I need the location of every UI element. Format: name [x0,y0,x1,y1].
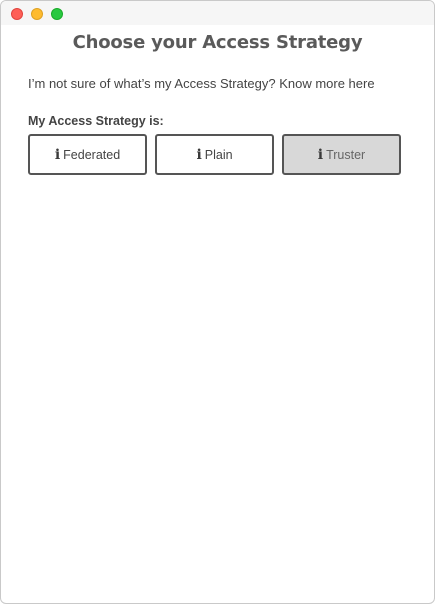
page-title: Choose your Access Strategy [72,32,363,53]
option-truster-button[interactable]: i Truster [282,134,401,175]
know-more-link[interactable]: I’m not sure of what’s my Access Strateg… [28,76,375,91]
option-label: Federated [63,147,121,162]
access-strategy-options: i Federated i Plain i Truster [28,134,402,175]
app-window: Choose your Access Strategy I’m not sure… [0,0,435,604]
info-icon: i [317,146,324,163]
minimize-window-button[interactable] [31,8,43,20]
zoom-window-button[interactable] [51,8,63,20]
info-icon: i [54,146,61,163]
close-window-button[interactable] [11,8,23,20]
option-label: Truster [326,147,366,162]
option-plain-button[interactable]: i Plain [155,134,274,175]
access-strategy-label: My Access Strategy is: [28,114,164,128]
info-icon: i [196,146,202,163]
option-federated-button[interactable]: i Federated [28,134,147,175]
option-label: Plain [204,147,233,162]
title-bar [1,1,434,25]
